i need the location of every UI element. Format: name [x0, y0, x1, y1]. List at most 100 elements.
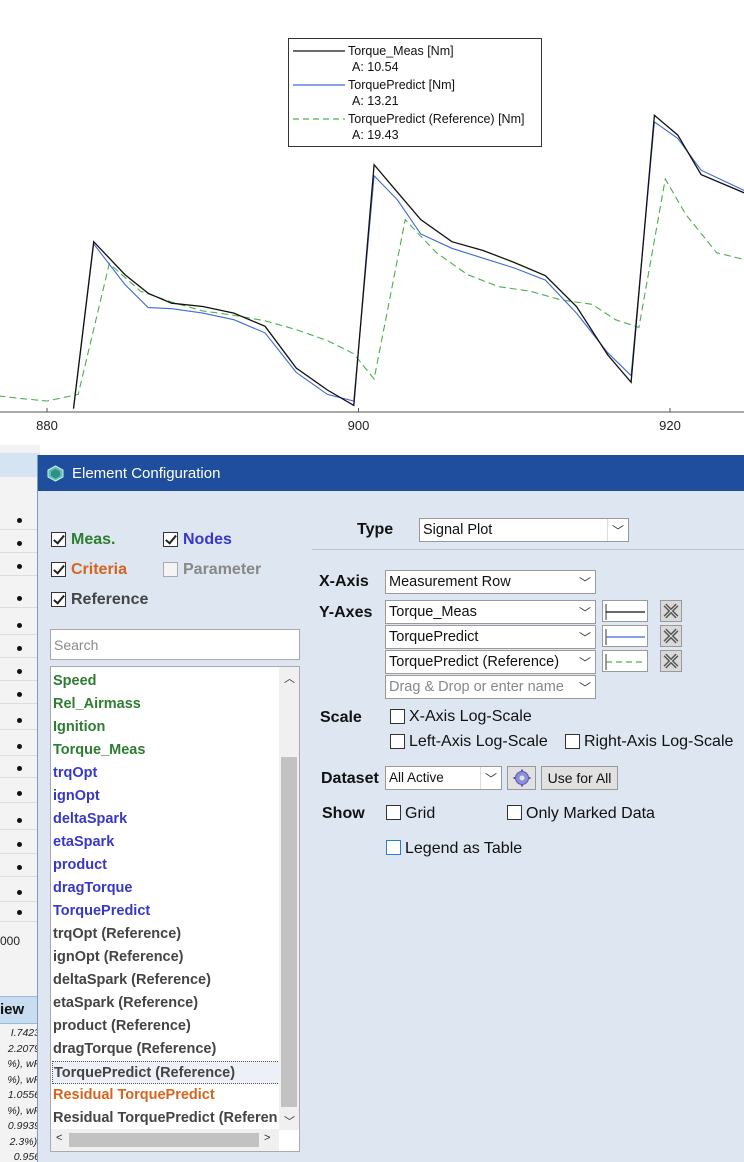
list-item[interactable]: Torque_Meas [52, 739, 280, 762]
y-axis-select-1[interactable]: Torque_Meas ﹀ [385, 600, 596, 624]
left-axis-log-scale-checkbox[interactable] [390, 734, 405, 749]
scroll-up-icon[interactable]: ︿ [284, 670, 295, 686]
background-view-tab[interactable]: iew [0, 996, 40, 1024]
background-text-fragment: 2.3%), [9, 1135, 40, 1148]
x-axis-label: X-Axis [319, 573, 369, 590]
list-item[interactable]: TorquePredict (Reference) [52, 1061, 280, 1084]
filter-parameter-label: Parameter [183, 561, 262, 578]
chevron-down-icon[interactable]: ﹀ [579, 629, 591, 646]
background-point [17, 596, 22, 601]
list-item[interactable]: trqOpt [52, 762, 280, 785]
app-icon [47, 465, 64, 482]
search-input[interactable]: Search [50, 629, 300, 660]
dataset-select[interactable]: All Active ﹀ [385, 766, 502, 790]
legend-as-table-label: Legend as Table [405, 840, 523, 857]
x-axis-log-scale-checkbox[interactable] [390, 709, 405, 724]
dialog-titlebar[interactable]: Element Configuration [38, 455, 744, 491]
legend-value: A: 10.54 [352, 60, 399, 74]
background-axis-label: 000 [0, 934, 21, 948]
background-point [17, 791, 22, 796]
chevron-down-icon[interactable]: ﹀ [579, 604, 591, 621]
type-select[interactable]: Signal Plot ﹀ [419, 518, 629, 542]
list-horizontal-scrollbar[interactable]: < > [51, 1129, 279, 1151]
type-select-value: Signal Plot [423, 522, 493, 538]
background-grid-line [0, 729, 40, 730]
dataset-settings-button[interactable] [507, 766, 536, 790]
element-configuration-dialog: Element Configuration Meas. Nodes Criter… [37, 455, 744, 1162]
list-item[interactable]: product [52, 854, 280, 877]
filter-meas-checkbox[interactable] [51, 532, 66, 547]
chevron-down-icon[interactable]: ﹀ [579, 654, 591, 671]
line-style-picker-1[interactable] [602, 600, 648, 622]
x-tick-label: 900 [347, 418, 370, 433]
remove-series-button-2[interactable] [660, 625, 682, 647]
chevron-down-icon[interactable]: ﹀ [579, 574, 591, 591]
list-item[interactable]: dragTorque [52, 877, 280, 900]
list-vertical-scrollbar[interactable]: ︿ ﹀ [279, 667, 299, 1130]
background-text-fragment: %), wF [7, 1058, 40, 1070]
background-text-fragment: 2.2079 [7, 1042, 40, 1055]
list-item[interactable]: deltaSpark [52, 808, 280, 831]
background-text-fragment: 0.9939 [7, 1120, 40, 1132]
list-item[interactable]: product (Reference) [52, 1015, 280, 1038]
dataset-label: Dataset [321, 770, 379, 787]
background-text-fragment: %), wF [7, 1073, 40, 1086]
scroll-right-icon[interactable]: > [264, 1132, 270, 1144]
legend-value: A: 19.43 [352, 128, 399, 142]
list-item[interactable]: ignOpt [52, 785, 280, 808]
list-item[interactable]: Rel_Airmass [52, 693, 280, 716]
list-item[interactable]: Speed [52, 670, 280, 693]
list-item[interactable]: Ignition [52, 716, 280, 739]
list-item[interactable]: Residual TorquePredict [52, 1084, 280, 1107]
list-horizontal-scroll-thumb[interactable] [69, 1133, 259, 1147]
grid-checkbox[interactable] [386, 805, 401, 820]
filter-criteria-checkbox[interactable] [51, 562, 66, 577]
list-item[interactable]: etaSpark (Reference) [52, 992, 280, 1015]
x-tick-label: 880 [36, 418, 58, 433]
use-for-all-button[interactable]: Use for All [541, 766, 618, 790]
list-item[interactable]: ignOpt (Reference) [52, 946, 280, 969]
list-item[interactable]: Residual TorquePredict (Referen [52, 1107, 280, 1130]
list-item[interactable]: TorquePredict [52, 900, 280, 923]
filter-reference-checkbox[interactable] [51, 592, 66, 607]
list-item[interactable]: etaSpark [52, 831, 280, 854]
right-axis-log-scale-checkbox[interactable] [565, 734, 580, 749]
filter-nodes-checkbox[interactable] [163, 532, 178, 547]
background-grid-line [0, 607, 40, 608]
filter-reference-label: Reference [71, 591, 149, 608]
x-axis-select[interactable]: Measurement Row ﹀ [385, 570, 596, 594]
y-axis-select-2[interactable]: TorquePredict ﹀ [385, 625, 596, 649]
only-marked-data-checkbox[interactable] [507, 805, 522, 820]
chevron-down-icon[interactable]: ﹀ [612, 522, 624, 539]
background-point [17, 818, 22, 823]
remove-series-button-3[interactable] [660, 650, 682, 672]
background-header-strip [0, 453, 40, 477]
chart-legend: Torque_Meas [Nm] A: 10.54 TorquePredict … [288, 38, 542, 147]
background-grid-line [0, 777, 40, 778]
list-item[interactable]: dragTorque (Reference) [52, 1038, 280, 1061]
gear-icon [513, 769, 530, 787]
remove-series-button-1[interactable] [660, 600, 682, 622]
legend-swatch-torque-meas [293, 50, 345, 52]
list-item[interactable]: deltaSpark (Reference) [52, 969, 280, 992]
scroll-left-icon[interactable]: < [56, 1132, 62, 1144]
scroll-down-icon[interactable]: ﹀ [284, 1113, 295, 1129]
app-window: 880 900 920 Torque_Meas [Nm] A: 10.54 Torq… [0, 0, 744, 1162]
chevron-down-icon[interactable]: ﹀ [579, 679, 591, 696]
y-axis-add-field[interactable]: Drag & Drop or enter name ﹀ [385, 675, 596, 699]
legend-entry: TorquePredict (Reference) [Nm] A: 19.43 [289, 109, 541, 143]
background-grid-line [0, 657, 40, 658]
background-grid-line [0, 552, 40, 553]
list-item[interactable]: trqOpt (Reference) [52, 923, 280, 946]
element-list[interactable]: Speed Rel_Airmass Ignition Torque_Meas trqOp… [50, 666, 300, 1152]
list-vertical-scroll-thumb[interactable] [281, 757, 297, 1107]
line-style-picker-3[interactable] [602, 650, 648, 672]
legend-as-table-checkbox[interactable] [386, 840, 401, 855]
remove-x-icon [663, 603, 679, 619]
y-axis-select-3[interactable]: TorquePredict (Reference) ﹀ [385, 650, 596, 674]
legend-value: A: 13.21 [352, 94, 399, 108]
chevron-down-icon[interactable]: ﹀ [485, 770, 497, 787]
background-grid-line [0, 853, 40, 854]
line-style-picker-2[interactable] [602, 625, 648, 647]
filter-parameter-checkbox[interactable] [163, 562, 178, 577]
